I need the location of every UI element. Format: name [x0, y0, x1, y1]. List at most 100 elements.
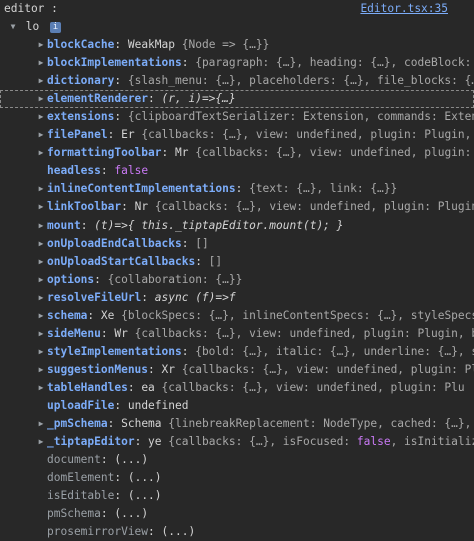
property-preview: {blockSpecs: {…}, inlineContentSpecs: {……: [121, 308, 474, 322]
expand-triangle-icon[interactable]: ▶: [36, 415, 46, 433]
getter-row[interactable]: document: (...): [0, 451, 474, 469]
property-row[interactable]: headless: false: [0, 162, 474, 180]
property-key: suggestionMenus: [47, 362, 149, 376]
property-row[interactable]: ▶ onUploadStartCallbacks: []: [0, 253, 474, 271]
key-separator: :: [134, 435, 149, 449]
property-row[interactable]: ▶ resolveFileUrl: async (f)=>f: [0, 289, 474, 307]
expand-triangle-icon[interactable]: ▶: [36, 289, 46, 307]
root-object-row[interactable]: ▼ lo i: [0, 18, 474, 36]
expand-triangle-icon[interactable]: ▶: [36, 343, 46, 361]
property-row[interactable]: ▶ mount: (t)=>{ this._tiptapEditor.mount(…: [0, 217, 474, 235]
property-key: headless: [47, 164, 101, 178]
property-key: blockCache: [47, 38, 115, 52]
key-separator: :: [114, 489, 128, 503]
root-object-name: lo: [25, 20, 40, 33]
info-icon[interactable]: i: [49, 22, 61, 33]
key-separator: :: [114, 471, 128, 485]
property-preview: {text: {…}, link: {…}}: [249, 182, 398, 196]
header-row: editor : Editor.tsx:35: [0, 0, 474, 18]
expand-triangle-icon[interactable]: ▼: [8, 18, 18, 36]
property-row[interactable]: ▶ blockCache: WeakMap {Node => {…}}: [0, 36, 474, 54]
expand-triangle-icon[interactable]: ▶: [36, 379, 46, 397]
property-key: _pmSchema: [47, 417, 108, 431]
key-separator: :: [80, 218, 95, 232]
property-preview: undefined: [127, 398, 189, 412]
property-row[interactable]: ▶ styleImplementations: {bold: {…}, itali…: [0, 343, 474, 361]
property-row[interactable]: ▶ sideMenu: Wr {callbacks: {…}, view: und…: [0, 325, 474, 343]
property-type: Er: [121, 128, 135, 142]
property-row[interactable]: ▶ _tiptapEditor: ye {callbacks: {…}, isFo…: [0, 433, 474, 451]
key-separator: :: [94, 272, 108, 286]
property-type: WeakMap: [127, 38, 175, 52]
property-row[interactable]: ▶ dictionary: {slash_menu: {…}, placehold…: [0, 72, 474, 90]
expand-triangle-icon[interactable]: ▶: [36, 235, 46, 253]
key-separator: :: [148, 92, 162, 106]
property-row[interactable]: ▶ _pmSchema: Schema {linebreakReplacement…: [0, 415, 474, 433]
key-separator: :: [127, 380, 142, 394]
property-row[interactable]: ▶ elementRenderer: (r, i)=>{…}: [0, 90, 474, 109]
property-row[interactable]: ▶ filePanel: Er {callbacks: {…}, view: un…: [0, 126, 474, 144]
property-preview: {collaboration: {…}}: [107, 272, 243, 286]
getter-invoke-value[interactable]: (...): [114, 507, 148, 520]
expand-triangle-icon[interactable]: ▶: [36, 361, 46, 379]
getter-row[interactable]: pmSchema: (...): [0, 505, 474, 523]
getter-invoke-value[interactable]: (...): [114, 453, 148, 466]
property-key: elementRenderer: [47, 92, 149, 106]
property-row[interactable]: ▶ onUploadEndCallbacks: []: [0, 235, 474, 253]
getter-row[interactable]: domElement: (...): [0, 469, 474, 487]
expand-triangle-icon[interactable]: ▶: [36, 72, 46, 90]
property-key: resolveFileUrl: [47, 290, 142, 304]
property-row[interactable]: ▶ schema: Xe {blockSpecs: {…}, inlineCont…: [0, 307, 474, 325]
property-type: Xr: [161, 362, 176, 376]
property-key: styleImplementations: [47, 344, 182, 358]
expand-triangle-icon[interactable]: ▶: [36, 217, 46, 235]
property-row[interactable]: ▶ suggestionMenus: Xr {callbacks: {…}, vi…: [0, 361, 474, 379]
property-preview: []: [195, 236, 209, 250]
property-key: sideMenu: [47, 326, 101, 340]
getter-row[interactable]: isEditable: (...): [0, 487, 474, 505]
getter-invoke-value[interactable]: (...): [128, 489, 162, 502]
property-row[interactable]: uploadFile: undefined: [0, 397, 474, 415]
expand-triangle-icon[interactable]: ▶: [36, 126, 46, 144]
key-separator: :: [114, 38, 128, 52]
property-preview: {callbacks: {…}, view: undefined, plugin…: [161, 380, 465, 394]
getter-row[interactable]: prosemirrorView: (...): [0, 523, 474, 541]
key-separator: :: [141, 290, 155, 304]
getter-key: domElement: [47, 471, 115, 485]
expand-triangle-icon[interactable]: ▶: [36, 433, 46, 451]
property-preview: {callbacks: {…}, view: undefined, plugin…: [195, 146, 474, 160]
key-separator: :: [107, 128, 122, 142]
property-row[interactable]: ▶ blockImplementations: {paragraph: {…}, …: [0, 54, 474, 72]
property-row[interactable]: ▶ tableHandles: ea {callbacks: {…}, view:…: [0, 379, 474, 397]
expand-triangle-icon[interactable]: ▶: [36, 307, 46, 325]
property-key: tableHandles: [47, 380, 128, 394]
property-row[interactable]: ▶ inlineContentImplementations: {text: {……: [0, 180, 474, 198]
property-key: _tiptapEditor: [47, 435, 135, 449]
getter-invoke-value[interactable]: (...): [162, 525, 196, 538]
key-separator: :: [107, 417, 122, 431]
property-row[interactable]: ▶ linkToolbar: Nr {callbacks: {…}, view: …: [0, 198, 474, 216]
expand-triangle-icon[interactable]: ▶: [36, 90, 46, 108]
expand-triangle-icon[interactable]: ▶: [36, 108, 46, 126]
expand-triangle-icon[interactable]: ▶: [36, 54, 46, 72]
expand-triangle-icon[interactable]: ▶: [36, 144, 46, 162]
expand-triangle-icon[interactable]: ▶: [36, 253, 46, 271]
property-type: Xe: [100, 308, 115, 322]
property-row[interactable]: ▶ extensions: {clipboardTextSerializer: E…: [0, 108, 474, 126]
property-key: options: [47, 272, 95, 286]
expand-triangle-icon[interactable]: ▶: [36, 180, 46, 198]
property-preview: {Node => {…}}: [181, 38, 270, 52]
expand-triangle-icon[interactable]: ▶: [36, 36, 46, 54]
property-row[interactable]: ▶ formattingToolbar: Mr {callbacks: {…}, …: [0, 144, 474, 162]
property-key: dictionary: [47, 74, 115, 88]
source-link[interactable]: Editor.tsx:35: [360, 0, 448, 18]
getter-invoke-value[interactable]: (...): [128, 471, 162, 484]
expand-triangle-icon[interactable]: ▶: [36, 198, 46, 216]
expand-triangle-icon[interactable]: ▶: [36, 271, 46, 289]
property-preview: (r, i)=>{…}: [161, 92, 236, 106]
property-preview: {paragraph: {…}, heading: {…}, codeBlock…: [195, 56, 474, 70]
property-row[interactable]: ▶ options: {collaboration: {…}}: [0, 271, 474, 289]
property-type: Nr: [134, 200, 149, 214]
key-separator: :: [161, 146, 175, 160]
expand-triangle-icon[interactable]: ▶: [36, 325, 46, 343]
